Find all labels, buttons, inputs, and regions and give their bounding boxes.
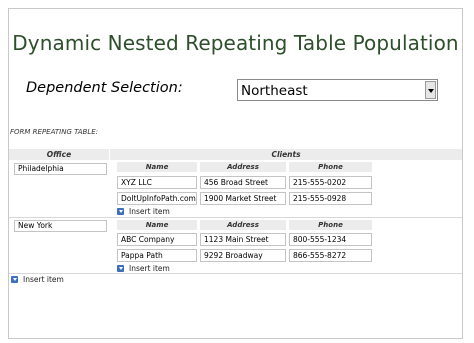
office-field[interactable]: New York bbox=[14, 220, 107, 232]
insert-item-button[interactable]: Insert item bbox=[11, 275, 64, 284]
row-divider bbox=[9, 273, 462, 274]
client-address-field[interactable]: 1123 Main Street bbox=[200, 233, 286, 246]
insert-item-label: Insert item bbox=[129, 207, 170, 216]
nested-header-phone: Phone bbox=[289, 162, 372, 172]
client-phone-field[interactable]: 215-555-0928 bbox=[289, 192, 372, 205]
dependent-selection-label: Dependent Selection: bbox=[26, 80, 183, 96]
insert-arrow-icon bbox=[11, 275, 18, 283]
nested-header-address: Address bbox=[200, 220, 286, 230]
insert-item-button[interactable]: Insert item bbox=[117, 207, 170, 216]
nested-header-name: Name bbox=[117, 220, 197, 230]
nested-header-name: Name bbox=[117, 162, 197, 172]
client-name-field[interactable]: Pappa Path bbox=[117, 249, 197, 262]
header-office: Office bbox=[9, 149, 109, 160]
client-phone-field[interactable]: 215-555-0202 bbox=[289, 176, 372, 189]
client-address-field[interactable]: 456 Broad Street bbox=[200, 176, 286, 189]
insert-item-label: Insert item bbox=[23, 275, 64, 284]
client-phone-field[interactable]: 866-555-8272 bbox=[289, 249, 372, 262]
dependent-selection-value: Northeast bbox=[241, 83, 308, 99]
insert-arrow-icon bbox=[117, 264, 124, 272]
header-clients: Clients bbox=[110, 149, 462, 160]
client-address-field[interactable]: 9292 Broadway bbox=[200, 249, 286, 262]
chevron-down-icon[interactable] bbox=[425, 81, 436, 99]
row-divider bbox=[9, 217, 462, 218]
office-field[interactable]: Philadelphia bbox=[14, 163, 107, 175]
client-phone-field[interactable]: 800-555-1234 bbox=[289, 233, 372, 246]
page-title: Dynamic Nested Repeating Table Populatio… bbox=[12, 31, 459, 55]
nested-header-phone: Phone bbox=[289, 220, 372, 230]
insert-item-label: Insert item bbox=[129, 264, 170, 273]
insert-arrow-icon bbox=[117, 207, 124, 215]
client-name-field[interactable]: ABC Company bbox=[117, 233, 197, 246]
form-canvas: Dynamic Nested Repeating Table Populatio… bbox=[8, 8, 463, 339]
client-address-field[interactable]: 1900 Market Street bbox=[200, 192, 286, 205]
client-name-field[interactable]: XYZ LLC bbox=[117, 176, 197, 189]
insert-item-button[interactable]: Insert item bbox=[117, 264, 170, 273]
dependent-selection-dropdown[interactable]: Northeast bbox=[237, 79, 438, 101]
nested-header-address: Address bbox=[200, 162, 286, 172]
form-repeating-table-label: FORM REPEATING TABLE: bbox=[10, 128, 99, 136]
client-name-field[interactable]: DoItUpInfoPath.com bbox=[117, 192, 197, 205]
